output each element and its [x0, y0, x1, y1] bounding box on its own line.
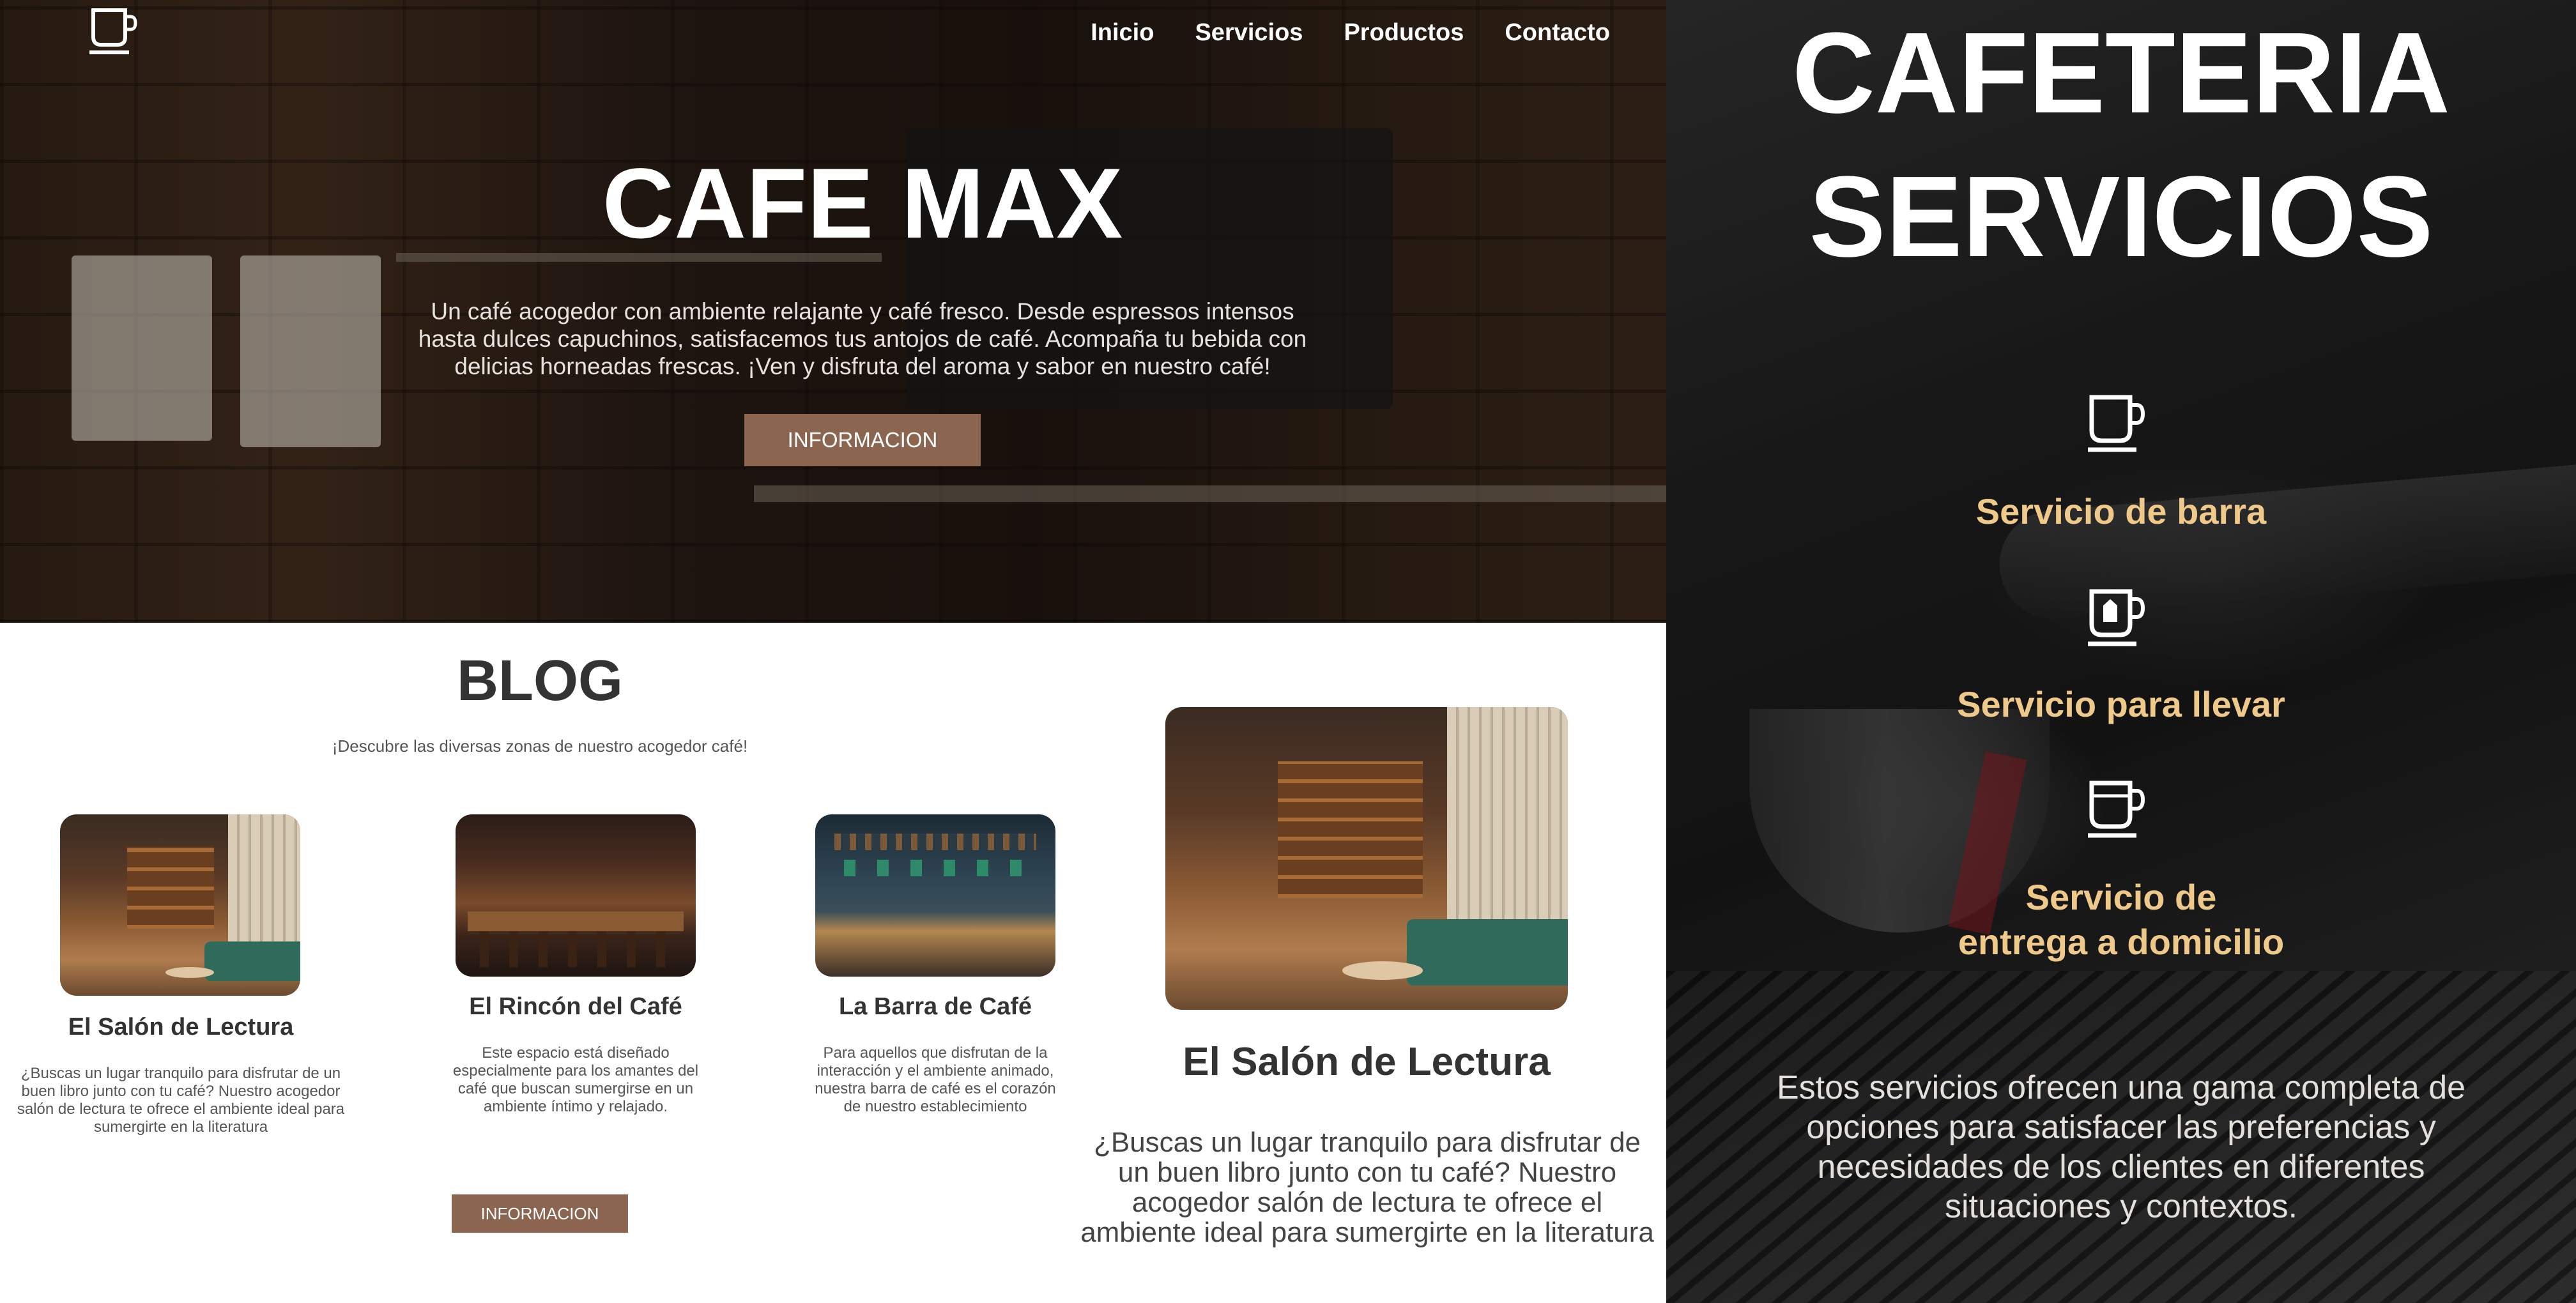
takeaway-cup-icon [2088, 589, 2145, 646]
delivery-cup-icon [2088, 781, 2145, 838]
service-name: Servicio de entrega a domicilio [1666, 875, 2576, 964]
image-detail [844, 860, 1027, 876]
services-description: Estos servicios ofrecen una gama complet… [1776, 1069, 2466, 1225]
nav-link-contacto[interactable]: Contacto [1505, 19, 1610, 47]
image-detail [479, 931, 672, 967]
card-title: El Rincón del Café [469, 993, 682, 1020]
blog-title: BLOG [457, 649, 623, 713]
hero-description: Un café acogedor con ambiente relajante … [418, 298, 1307, 379]
barra-cafe-image[interactable] [815, 814, 1055, 977]
services-title-line1: CAFETERIA [1792, 9, 2450, 137]
main-nav: Inicio Servicios Productos Contacto [1091, 19, 1610, 47]
services-section: CAFETERIA SERVICIOS Servicio de barra Se… [1666, 0, 2576, 1303]
image-detail [1447, 707, 1568, 919]
coffee-cup-icon[interactable] [88, 5, 138, 56]
service-name: Servicio de barra [1666, 489, 2576, 534]
blog-subtitle: ¡Descubre las diversas zonas de nuestro … [332, 736, 748, 756]
image-detail [467, 911, 684, 931]
service-name-line1: Servicio para llevar [1957, 684, 2285, 724]
hero-section: Inicio Servicios Productos Contacto CAFE… [0, 0, 1666, 623]
nav-link-productos[interactable]: Productos [1344, 19, 1464, 47]
hero-bg-counter [754, 485, 1666, 502]
service-name-line2: entrega a domicilio [1958, 922, 2285, 962]
hero-info-button[interactable]: INFORMACION [744, 414, 981, 466]
card-text: ¿Buscas un lugar tranquilo para disfruta… [17, 1065, 345, 1136]
card-title: El Salón de Lectura [68, 1014, 294, 1040]
hero-bg-menu-board [72, 255, 212, 441]
card-text: Este espacio está diseñado especialmente… [452, 1044, 699, 1115]
blog-section: BLOG ¡Descubre las diversas zonas de nue… [0, 623, 1666, 1303]
image-detail [204, 941, 300, 982]
card-text: Para aquellos que disfrutan de la intera… [815, 1044, 1056, 1115]
card-title: La Barra de Café [838, 993, 1032, 1020]
services-title-line2: SERVICIOS [1809, 153, 2434, 281]
service-name: Servicio para llevar [1666, 682, 2576, 727]
image-detail [165, 966, 214, 978]
service-name-line1: Servicio de barra [1975, 491, 2267, 531]
hero-bg-menu-board [240, 255, 381, 447]
image-detail [228, 814, 300, 941]
image-detail [1407, 918, 1568, 986]
services-title: CAFETERIA SERVICIOS [1666, 1, 2576, 289]
blog-info-button[interactable]: INFORMACION [452, 1194, 628, 1233]
featured-title: El Salón de Lectura [1183, 1040, 1551, 1084]
featured-salon-image[interactable] [1165, 707, 1568, 1010]
coffee-cup-icon [2088, 395, 2145, 452]
salon-lectura-image[interactable] [60, 814, 300, 996]
service-name-line1: Servicio de [2025, 877, 2217, 917]
nav-link-inicio[interactable]: Inicio [1091, 19, 1154, 47]
image-detail [834, 834, 1036, 850]
image-detail [1278, 761, 1423, 898]
nav-link-servicios[interactable]: Servicios [1195, 19, 1303, 47]
rincon-cafe-image[interactable] [456, 814, 696, 977]
hero-title: CAFE MAX [602, 148, 1123, 259]
image-detail [127, 847, 214, 929]
image-detail [1342, 961, 1423, 980]
featured-text: ¿Buscas un lugar tranquilo para disfruta… [1080, 1127, 1654, 1248]
